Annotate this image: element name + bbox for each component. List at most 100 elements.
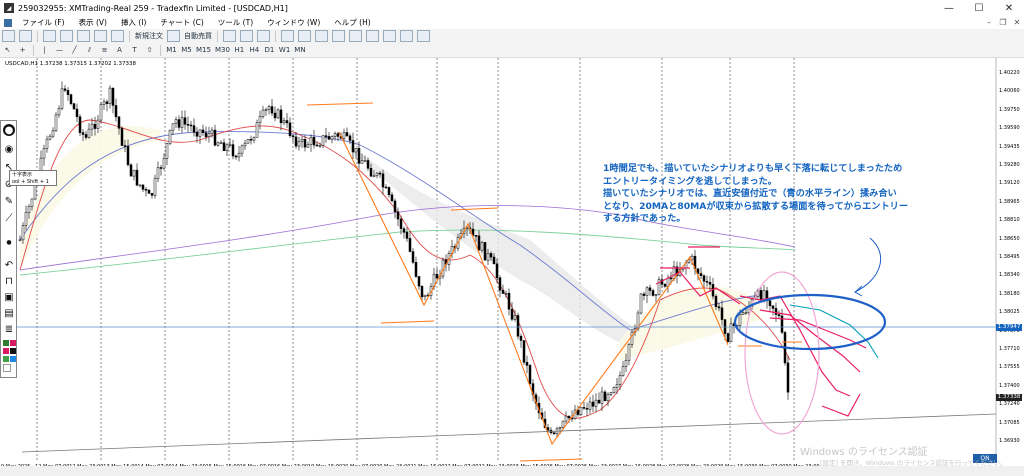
chart-area[interactable] <box>0 58 1024 466</box>
tester-icon[interactable] <box>111 30 124 42</box>
camera-icon[interactable]: ▤ <box>3 307 15 319</box>
periods-icon[interactable] <box>383 30 396 42</box>
undo-icon[interactable]: ↶ <box>3 259 15 271</box>
candle-body <box>564 415 568 422</box>
color-swatch[interactable] <box>3 356 9 362</box>
menu-insert[interactable]: 挿入 (I) <box>114 17 153 28</box>
timeframe-d1[interactable]: D1 <box>264 45 275 56</box>
candle-body <box>276 109 280 119</box>
templates-icon[interactable] <box>400 30 413 42</box>
new-order-button[interactable]: 新規注文 <box>135 31 163 42</box>
timeframe-mn[interactable]: MN <box>294 45 305 56</box>
dot-icon[interactable]: ● <box>3 236 15 248</box>
trendline-icon[interactable]: ╱ <box>69 45 80 56</box>
profiles-icon[interactable] <box>19 30 32 42</box>
pencil-icon[interactable]: ✎ <box>3 195 15 207</box>
candle-body <box>525 362 529 366</box>
chart-shift-icon[interactable] <box>332 30 345 42</box>
line-chart-icon[interactable] <box>257 30 270 42</box>
price-axis-label: 1.38965 <box>999 198 1020 205</box>
candle-body <box>408 238 412 252</box>
menu-file[interactable]: ファイル (F) <box>15 17 72 28</box>
eye-icon[interactable]: ◉ <box>3 143 15 155</box>
bulb-icon[interactable]: ● <box>3 124 15 136</box>
magnet-icon[interactable]: ⊓ <box>3 275 15 287</box>
color-swatch[interactable] <box>10 356 16 362</box>
cursor-icon[interactable]: ↖ <box>2 45 13 56</box>
text-icon[interactable]: A <box>114 45 125 56</box>
maximize-button[interactable]: ☐ <box>964 0 994 16</box>
color-swatch[interactable] <box>3 340 9 346</box>
tile-windows-icon[interactable] <box>315 30 328 42</box>
close-button[interactable]: ✕ <box>994 0 1024 16</box>
crosshair-icon[interactable]: + <box>17 45 28 56</box>
market-watch-icon[interactable] <box>43 30 56 42</box>
candle-body <box>714 295 718 307</box>
metaeditor-icon[interactable] <box>167 30 180 42</box>
ma-slow-line <box>19 131 761 331</box>
label-icon[interactable]: T <box>129 45 140 56</box>
mdi-minimize-icon[interactable]: – <box>982 18 996 27</box>
indicators-icon[interactable] <box>366 30 379 42</box>
bus-icon[interactable]: ▣ <box>3 291 15 303</box>
new-chart-icon[interactable] <box>2 30 15 42</box>
timeframe-h4[interactable]: H4 <box>249 45 260 56</box>
autoscroll-icon[interactable] <box>349 30 362 42</box>
candle-body <box>144 189 148 191</box>
menu-tools[interactable]: ツール (T) <box>211 17 260 28</box>
price-chart[interactable] <box>0 58 1024 466</box>
color-swatch[interactable] <box>10 340 16 346</box>
arrow-head-line <box>821 393 861 417</box>
color-swatch[interactable] <box>3 348 9 354</box>
arrow-icon[interactable]: ⇧ <box>144 45 155 56</box>
candle-body <box>405 232 409 239</box>
candle-body <box>375 172 379 177</box>
timeframe-h1[interactable]: H1 <box>234 45 245 56</box>
menu-window[interactable]: ウィンドウ (W) <box>260 17 327 28</box>
color-swatch[interactable] <box>10 348 16 354</box>
zoom-in-icon[interactable] <box>281 30 294 42</box>
terminal-icon[interactable] <box>94 30 107 42</box>
timeframe-m30[interactable]: M30 <box>215 45 230 56</box>
zoom-out-icon[interactable] <box>298 30 311 42</box>
data-window-icon[interactable] <box>60 30 73 42</box>
menu-help[interactable]: ヘルプ (H) <box>327 17 377 28</box>
fibonacci-icon[interactable]: ≡ <box>99 45 110 56</box>
ruler-icon[interactable]: ⟋ <box>3 212 15 224</box>
candle-body <box>78 116 82 133</box>
menu-chart[interactable]: チャート (C) <box>153 17 210 28</box>
candle-body <box>159 167 163 169</box>
bar-chart-icon[interactable] <box>223 30 236 42</box>
candle-body <box>93 123 97 129</box>
timeframe-w1[interactable]: W1 <box>279 45 290 56</box>
minimize-button[interactable]: — <box>934 0 964 16</box>
vertical-line-icon[interactable]: | <box>39 45 50 56</box>
price-axis-label: 1.37240 <box>999 401 1020 408</box>
title-bar: ◢ 259032955: XMTrading-Real 259 - Tradex… <box>0 0 1024 16</box>
candle-body <box>306 144 310 148</box>
timeframe-m15[interactable]: M15 <box>196 45 211 56</box>
candle-body <box>474 235 478 237</box>
color-swatch[interactable] <box>3 364 11 372</box>
candle-body <box>105 101 109 104</box>
options-icon[interactable] <box>417 30 430 42</box>
tool-panel: ● ◉ ↖ ⊘ ✎ ⟋ ● ↶ ⊓ ▣ ▤ ≣ <box>0 120 17 378</box>
horizontal-line-icon[interactable]: — <box>54 45 65 56</box>
candle-body <box>366 160 370 169</box>
channel-icon[interactable]: ⫽ <box>84 45 95 56</box>
candle-body <box>192 125 196 133</box>
candle-body <box>111 87 115 106</box>
timeframe-m5[interactable]: M5 <box>181 45 192 56</box>
price-axis-label: 1.36930 <box>999 438 1020 444</box>
candle-body <box>723 319 727 334</box>
navigator-icon[interactable] <box>77 30 90 42</box>
menu-view[interactable]: 表示 (V) <box>72 17 114 28</box>
timeframe-m1[interactable]: M1 <box>166 45 177 56</box>
layers-icon[interactable]: ≣ <box>3 323 15 335</box>
mdi-close-icon[interactable]: ✕ <box>1010 18 1024 27</box>
mdi-restore-icon[interactable]: ❐ <box>996 18 1010 27</box>
auto-trading-button[interactable]: 自動売買 <box>184 31 212 42</box>
candlestick-icon[interactable] <box>240 30 253 42</box>
chart-window-icon <box>4 18 12 27</box>
candle-body <box>423 294 427 298</box>
